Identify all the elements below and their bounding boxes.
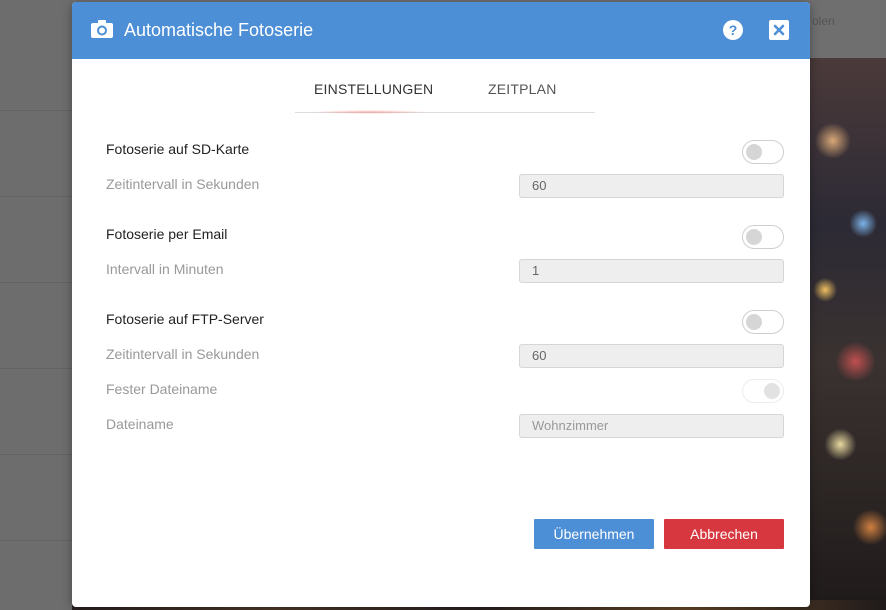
background-sidebar [0, 0, 72, 610]
camera-preview-image [810, 58, 886, 610]
apply-button[interactable]: Übernehmen [534, 519, 654, 549]
sd-card-toggle[interactable] [742, 140, 784, 164]
active-tab-indicator [310, 110, 430, 114]
cancel-button[interactable]: Abbrechen [664, 519, 784, 549]
dialog-header: Automatische Fotoserie ? [72, 2, 810, 59]
help-icon[interactable]: ? [723, 20, 743, 40]
background-header-text: olen [812, 14, 835, 28]
sd-card-label: Fotoserie auf SD-Karte [106, 141, 250, 157]
fixed-filename-label: Fester Dateiname [106, 381, 218, 397]
sd-card-interval-label: Zeitintervall in Sekunden [106, 176, 260, 192]
fixed-filename-toggle[interactable] [742, 379, 784, 403]
email-toggle[interactable] [742, 225, 784, 249]
ftp-toggle[interactable] [742, 310, 784, 334]
filename-input[interactable]: Wohnzimmer [519, 414, 784, 438]
email-interval-label: Intervall in Minuten [106, 261, 224, 277]
sd-card-interval-input[interactable]: 60 [519, 174, 784, 198]
ftp-interval-input[interactable]: 60 [519, 344, 784, 368]
camera-icon [90, 19, 114, 39]
tab-zeitplan[interactable]: ZEITPLAN [488, 81, 557, 97]
dialog-title: Automatische Fotoserie [124, 20, 314, 40]
email-label: Fotoserie per Email [106, 226, 228, 242]
ftp-interval-label: Zeitintervall in Sekunden [106, 346, 260, 362]
email-interval-input[interactable]: 1 [519, 259, 784, 283]
tab-einstellungen[interactable]: EINSTELLUNGEN [314, 81, 433, 97]
close-icon[interactable] [769, 20, 789, 40]
filename-label: Dateiname [106, 416, 174, 432]
ftp-label: Fotoserie auf FTP-Server [106, 311, 264, 327]
photo-series-dialog: Automatische Fotoserie ? EINSTELLUNGEN Z… [72, 2, 810, 607]
